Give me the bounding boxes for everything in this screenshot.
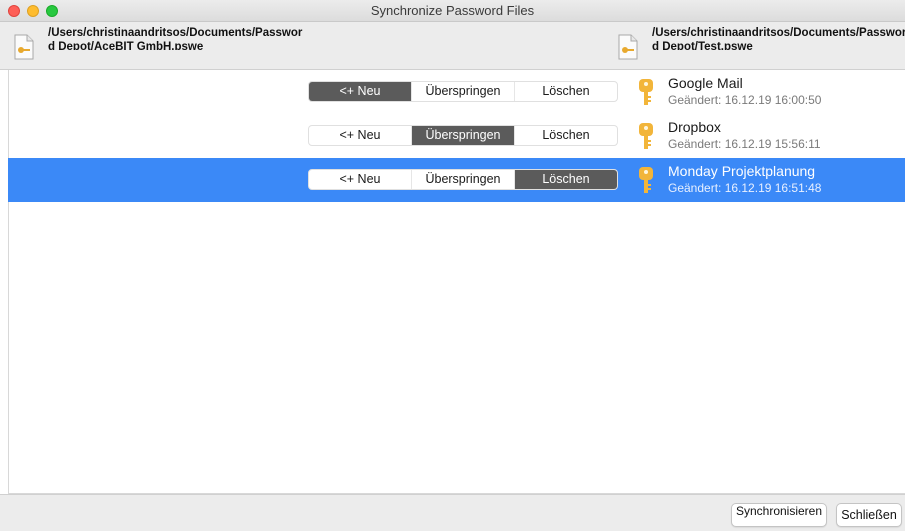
key-icon xyxy=(639,167,653,193)
right-file-path: /Users/christinaandritsos/Documents/Pass… xyxy=(652,27,905,50)
entry-changed-date: Geändert: 16.12.19 15:56:11 xyxy=(668,137,821,151)
entry-changed-date: Geändert: 16.12.19 16:00:50 xyxy=(668,93,822,107)
segment-delete[interactable]: Löschen xyxy=(515,82,617,101)
synchronize-button[interactable]: Synchronisieren xyxy=(731,503,827,527)
segment-new[interactable]: <+ Neu xyxy=(309,170,412,189)
window-title: Synchronize Password Files xyxy=(370,3,535,18)
entry-name: Monday Projektplanung xyxy=(668,163,816,179)
left-file: /Users/christinaandritsos/Documents/Pass… xyxy=(14,22,304,69)
entry-row[interactable]: <+ Neu Überspringen Löschen Monday Proje… xyxy=(8,158,905,202)
segment-new[interactable]: <+ Neu xyxy=(309,82,412,101)
sync-window: Synchronize Password Files /Users/christ… xyxy=(0,0,905,531)
key-icon xyxy=(639,79,653,105)
right-file: /Users/christinaandritsos/Documents/Pass… xyxy=(618,22,905,69)
title-bar: Synchronize Password Files xyxy=(0,0,905,22)
segment-new[interactable]: <+ Neu xyxy=(309,126,412,145)
action-segmented-control: <+ Neu Überspringen Löschen xyxy=(308,81,618,102)
entry-changed-date: Geändert: 16.12.19 16:51:48 xyxy=(668,181,822,195)
close-button[interactable]: Schließen xyxy=(836,503,902,527)
segment-skip[interactable]: Überspringen xyxy=(412,82,515,101)
left-file-path: /Users/christinaandritsos/Documents/Pass… xyxy=(48,27,303,50)
segment-delete[interactable]: Löschen xyxy=(515,126,617,145)
entry-row[interactable]: <+ Neu Überspringen Löschen Dropbox Geän… xyxy=(8,114,905,158)
action-segmented-control: <+ Neu Überspringen Löschen xyxy=(308,169,618,190)
segment-skip[interactable]: Überspringen xyxy=(412,170,515,189)
segment-delete[interactable]: Löschen xyxy=(515,170,617,189)
entry-name: Google Mail xyxy=(668,75,743,91)
file-icon xyxy=(618,34,638,60)
entry-name: Dropbox xyxy=(668,119,721,135)
footer-bar: Synchronisieren Schließen xyxy=(0,494,905,531)
segment-skip[interactable]: Überspringen xyxy=(412,126,515,145)
key-icon xyxy=(639,123,653,149)
action-segmented-control: <+ Neu Überspringen Löschen xyxy=(308,125,618,146)
entry-row[interactable]: <+ Neu Überspringen Löschen Google Mail … xyxy=(8,70,905,114)
file-header: /Users/christinaandritsos/Documents/Pass… xyxy=(0,22,905,70)
file-icon xyxy=(14,34,34,60)
entry-rows: <+ Neu Überspringen Löschen Google Mail … xyxy=(8,70,905,202)
